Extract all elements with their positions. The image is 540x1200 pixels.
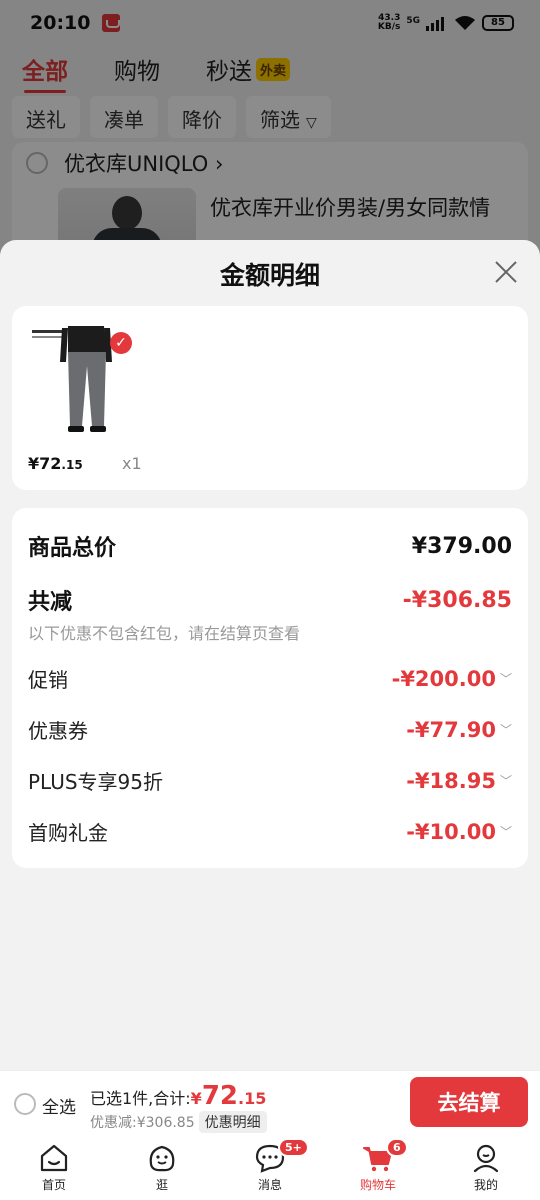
total-reduction-row: 共减 -¥306.85 — [28, 584, 512, 616]
select-all-label[interactable]: 全选 — [42, 1093, 76, 1118]
discount-row-promotion[interactable]: 促销 -¥200.00 ﹀ — [28, 664, 512, 693]
discount-detail-button[interactable]: 优惠明细 — [198, 1111, 267, 1133]
checkout-bar: 全选 已选1件,合计:¥72.15 优惠减:¥306.85 优惠明细 去结算 — [0, 1070, 540, 1134]
total-price-row: 商品总价 ¥379.00 — [28, 530, 512, 562]
total-price-label: 商品总价 — [28, 536, 117, 561]
nav-home[interactable]: 首页 — [0, 1134, 108, 1200]
discount-value: -¥18.95 ﹀ — [406, 768, 512, 793]
item-quantity: x1 — [122, 454, 142, 473]
discount-value: -¥77.90 ﹀ — [406, 717, 512, 742]
checkout-button[interactable]: 去结算 — [410, 1077, 528, 1127]
selected-summary: 已选1件,合计:¥72.15 — [90, 1081, 267, 1111]
discount-label: 优惠券 — [28, 719, 88, 743]
nav-messages[interactable]: 消息 5+ — [216, 1134, 324, 1200]
discount-value: -¥200.00 ﹀ — [391, 666, 512, 691]
chevron-down-icon: ﹀ — [499, 672, 512, 686]
discount-row-coupon[interactable]: 优惠券 -¥77.90 ﹀ — [28, 715, 512, 744]
total-reduction-value: -¥306.85 — [402, 587, 512, 613]
discount-label: PLUS专享95折 — [28, 770, 163, 794]
discount-label: 首购礼金 — [28, 821, 108, 845]
total-price-value: ¥379.00 — [411, 533, 512, 559]
chevron-down-icon: ﹀ — [499, 825, 512, 839]
home-icon — [40, 1144, 68, 1172]
price-detail-card: 商品总价 ¥379.00 共减 -¥306.85 以下优惠不包含红包，请在结算页… — [12, 508, 528, 868]
item-price: ¥72.15 — [28, 454, 83, 473]
nav-cart[interactable]: 购物车 6 — [324, 1134, 432, 1200]
profile-icon — [473, 1144, 499, 1173]
sheet-title: 金额明细 — [219, 261, 320, 290]
select-all-radio[interactable] — [14, 1093, 36, 1115]
discount-row-first-purchase[interactable]: 首购礼金 -¥10.00 ﹀ — [28, 817, 512, 846]
bottom-nav: 首页 逛 消息 5+ 购物车 6 我的 — [0, 1134, 540, 1200]
close-icon[interactable] — [492, 258, 520, 286]
selected-item-card: ✓ ¥72.15 x1 — [12, 306, 528, 490]
sheet-header: 金额明细 — [0, 240, 540, 304]
message-badge: 5+ — [278, 1138, 309, 1157]
chevron-down-icon: ﹀ — [499, 723, 512, 737]
total-reduction-label: 共减 — [28, 590, 73, 615]
amount-detail-sheet: 金额明细 ✓ ¥72.15 x1 商品总价 ¥379.00 共减 -¥306.8… — [0, 240, 540, 1070]
cart-badge: 6 — [386, 1138, 408, 1157]
nav-browse[interactable]: 逛 — [108, 1134, 216, 1200]
total-amount: ¥72.15 — [190, 1081, 267, 1111]
discount-value: -¥10.00 ﹀ — [406, 819, 512, 844]
nav-profile[interactable]: 我的 — [432, 1134, 540, 1200]
checked-icon[interactable]: ✓ — [110, 332, 132, 354]
discount-summary: 优惠减:¥306.85 优惠明细 — [90, 1111, 267, 1133]
chevron-down-icon: ﹀ — [499, 774, 512, 788]
discount-row-plus[interactable]: PLUS专享95折 -¥18.95 ﹀ — [28, 766, 512, 795]
discount-note: 以下优惠不包含红包，请在结算页查看 — [28, 624, 301, 643]
browse-icon — [149, 1145, 175, 1172]
discount-label: 促销 — [28, 668, 68, 692]
